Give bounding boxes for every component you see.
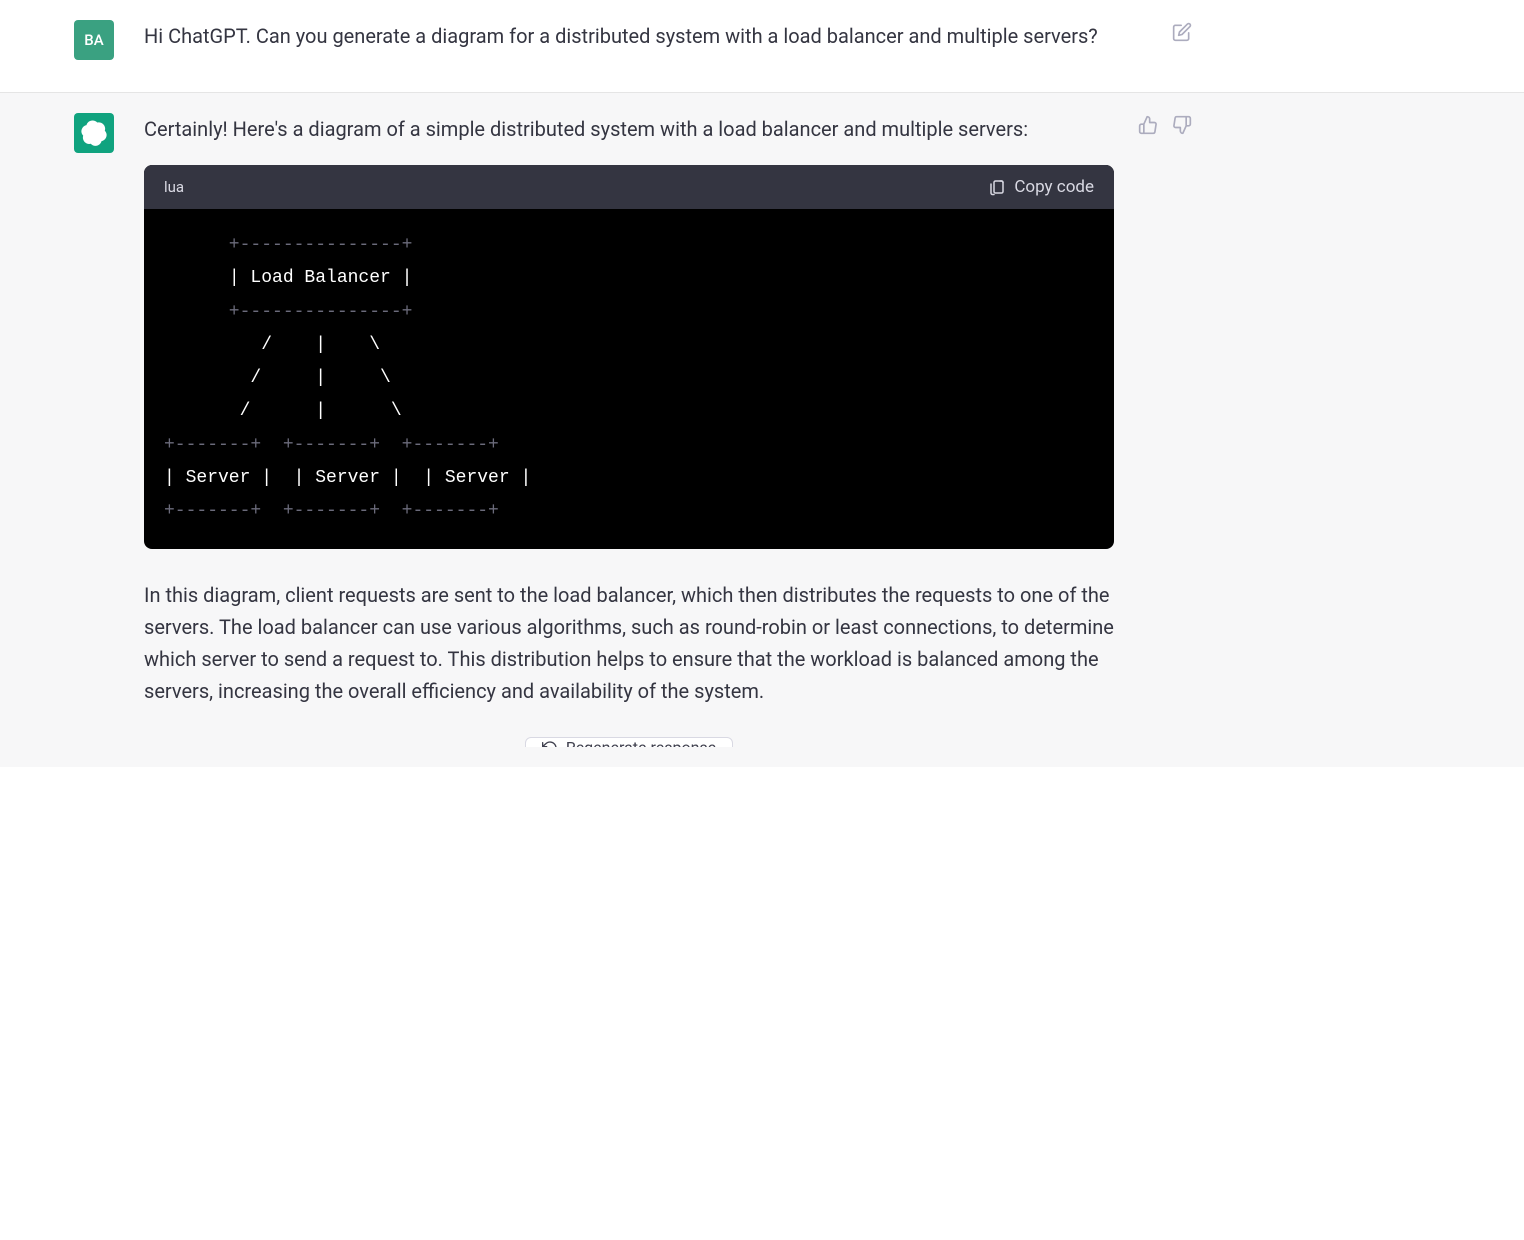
- assistant-avatar: [74, 113, 114, 153]
- thumbs-up-button[interactable]: [1136, 113, 1160, 137]
- copy-code-label: Copy code: [1014, 177, 1094, 197]
- thumbs-down-icon: [1172, 115, 1192, 135]
- regenerate-button[interactable]: Regenerate response: [525, 737, 733, 747]
- clipboard-icon: [988, 178, 1006, 196]
- code-content: +---------------+ | Load Balancer | +---…: [144, 209, 1114, 549]
- assistant-intro-text: Certainly! Here's a diagram of a simple …: [144, 113, 1114, 145]
- assistant-explanation-text: In this diagram, client requests are sen…: [144, 579, 1114, 707]
- code-header: lua Copy code: [144, 165, 1114, 209]
- code-language-label: lua: [164, 175, 184, 199]
- user-avatar-initials: BA: [84, 31, 103, 49]
- regenerate-label: Regenerate response: [566, 738, 716, 747]
- user-avatar: BA: [74, 20, 114, 60]
- user-message-row: BA Hi ChatGPT. Can you generate a diagra…: [0, 0, 1524, 92]
- edit-button[interactable]: [1170, 20, 1194, 44]
- user-message-content: Hi ChatGPT. Can you generate a diagram f…: [144, 20, 1174, 72]
- assistant-message-content: Certainly! Here's a diagram of a simple …: [144, 113, 1174, 747]
- openai-logo-icon: [81, 120, 107, 146]
- refresh-icon: [542, 740, 558, 747]
- thumbs-up-icon: [1138, 115, 1158, 135]
- assistant-message-row: Certainly! Here's a diagram of a simple …: [0, 92, 1524, 767]
- user-message-text: Hi ChatGPT. Can you generate a diagram f…: [144, 20, 1114, 52]
- thumbs-down-button[interactable]: [1170, 113, 1194, 137]
- code-block: lua Copy code +---------------+ | Load B…: [144, 165, 1114, 549]
- copy-code-button[interactable]: Copy code: [988, 177, 1094, 197]
- edit-icon: [1172, 22, 1192, 42]
